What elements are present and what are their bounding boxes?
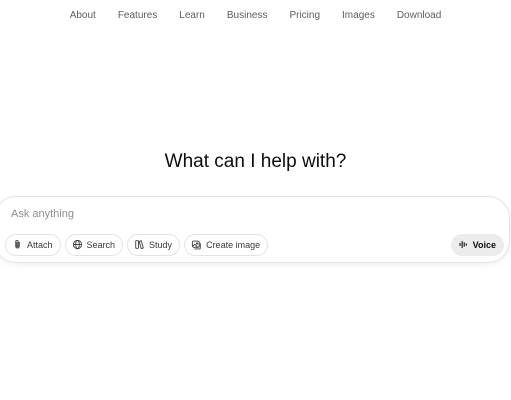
nav-link-download[interactable]: Download <box>386 9 452 23</box>
nav-link-about[interactable]: About <box>59 9 107 23</box>
composer-tools: Attach Search Study Create image <box>5 234 269 256</box>
voice-label: Voice <box>472 240 496 250</box>
prompt-composer: Attach Search <box>0 196 510 263</box>
create-image-label: Create image <box>206 240 261 250</box>
study-label: Study <box>149 240 173 250</box>
create-image-button[interactable]: Create image <box>184 234 269 256</box>
book-icon <box>134 239 145 252</box>
voice-button[interactable]: Voice <box>450 234 504 256</box>
nav-link-pricing[interactable]: Pricing <box>278 9 331 23</box>
paperclip-icon <box>12 239 23 252</box>
attach-button[interactable]: Attach <box>5 234 61 256</box>
nav-link-images[interactable]: Images <box>331 9 386 23</box>
prompt-input[interactable] <box>11 205 451 223</box>
nav-link-learn[interactable]: Learn <box>168 9 216 23</box>
voice-waveform-icon <box>458 239 469 252</box>
image-icon <box>191 239 202 252</box>
nav-link-features[interactable]: Features <box>107 9 168 23</box>
top-navigation: About Features Learn Business Pricing Im… <box>0 9 511 23</box>
globe-icon <box>72 239 83 252</box>
page: About Features Learn Business Pricing Im… <box>0 0 511 400</box>
study-button[interactable]: Study <box>127 234 181 256</box>
page-headline: What can I help with? <box>164 151 347 172</box>
search-button[interactable]: Search <box>64 234 124 256</box>
nav-link-business[interactable]: Business <box>216 9 279 23</box>
search-label: Search <box>86 240 116 250</box>
attach-label: Attach <box>27 240 53 250</box>
